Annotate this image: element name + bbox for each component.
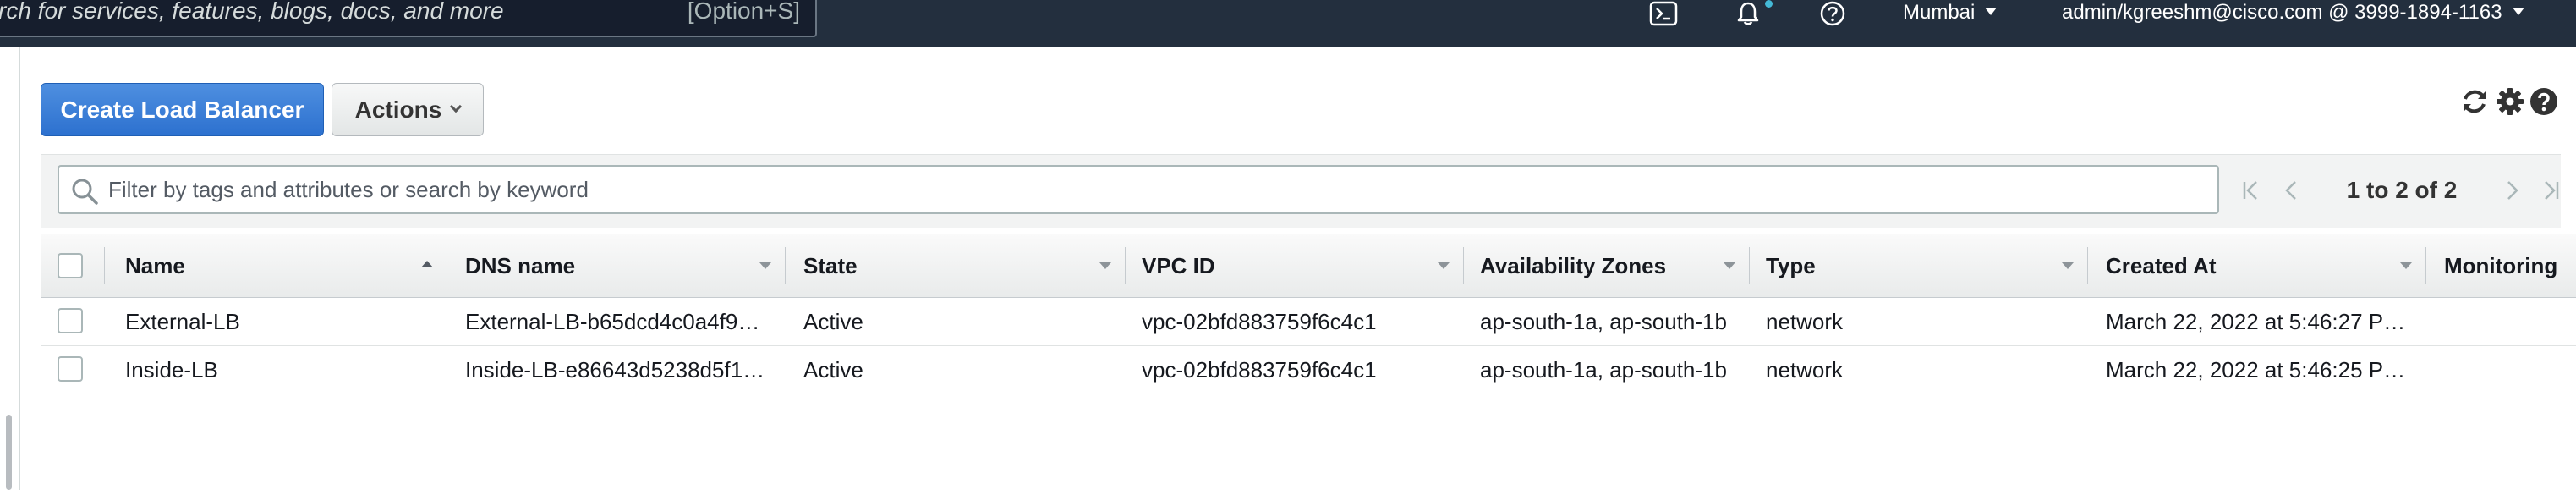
help-icon[interactable] [2527,85,2561,118]
sort-icon[interactable] [1099,262,1111,269]
next-page-icon[interactable] [2497,175,2527,206]
settings-gear-icon[interactable] [2493,85,2527,118]
filter-field[interactable] [58,165,2219,214]
column-header-monitoring[interactable]: Monitoring [2444,234,2557,298]
refresh-icon[interactable] [2458,85,2491,118]
bell-icon[interactable] [1734,0,1762,27]
sort-icon[interactable] [759,262,771,269]
cell-vpc-id: vpc-02bfd883759f6c4c1 [1142,357,1377,383]
cell-name: Inside-LB [125,357,218,383]
notification-dot [1765,0,1773,8]
column-divider [2425,247,2426,284]
sort-icon[interactable] [2062,262,2074,269]
sort-ascending-icon[interactable] [421,261,433,267]
cell-availability-zones: ap-south-1a, ap-south-1b [1480,309,1727,334]
scrollbar-thumb[interactable] [6,415,12,490]
column-divider [1749,247,1750,284]
column-divider [1463,247,1464,284]
global-search-placeholder: rch for services, features, blogs, docs,… [0,0,504,24]
column-header-created-at[interactable]: Created At [2106,234,2217,298]
filter-bar: 1 to 2 of 2 [41,154,2561,228]
column-header-type[interactable]: Type [1766,234,1816,298]
table-row[interactable]: External-LB External-LB-b65dcd4c0a4f9… A… [41,298,2576,346]
actions-label: Actions [354,96,442,123]
column-header-vpc-id[interactable]: VPC ID [1142,234,1215,298]
last-page-icon[interactable] [2535,175,2566,206]
column-divider [104,247,105,284]
column-header-name[interactable]: Name [125,234,185,298]
region-selector[interactable]: Mumbai [1903,0,1998,25]
account-menu[interactable]: admin/kgreeshm@cisco.com @ 3999-1894-116… [2062,0,2524,25]
cell-created-at: March 22, 2022 at 5:46:27 P… [2106,309,2406,334]
cell-created-at: March 22, 2022 at 5:46:25 P… [2106,357,2406,383]
global-search-box[interactable]: rch for services, features, blogs, docs,… [0,0,817,37]
row-checkbox[interactable] [58,356,83,382]
column-divider [2087,247,2088,284]
cell-dns-name: External-LB-b65dcd4c0a4f9… [465,309,760,334]
load-balancers-table: Name DNS name State VPC ID Availability … [41,234,2576,394]
actions-dropdown-button[interactable]: Actions [332,83,484,136]
top-navigation-bar: rch for services, features, blogs, docs,… [0,0,2576,47]
chevron-down-icon [450,100,463,113]
column-divider [785,247,786,284]
account-label: admin/kgreeshm@cisco.com @ 3999-1894-116… [2062,1,2502,24]
pagination-label: 1 to 2 of 2 [2346,177,2458,203]
chevron-down-icon [2512,8,2524,16]
sort-icon[interactable] [1438,262,1450,269]
table-header: Name DNS name State VPC ID Availability … [41,234,2576,298]
table-row[interactable]: Inside-LB Inside-LB-e86643d5238d5f1… Act… [41,346,2576,394]
search-shortcut-hint: [Option+S] [687,0,800,24]
sort-icon[interactable] [1724,262,1735,269]
cell-state: Active [803,309,863,334]
first-page-icon[interactable] [2236,175,2266,206]
cell-availability-zones: ap-south-1a, ap-south-1b [1480,357,1727,383]
cloudshell-icon[interactable] [1649,0,1678,27]
previous-page-icon[interactable] [2277,175,2307,206]
chevron-down-icon [1985,8,1998,16]
cell-state: Active [803,357,863,383]
column-header-availability-zones[interactable]: Availability Zones [1480,234,1666,298]
row-checkbox[interactable] [58,308,83,333]
cell-type: network [1766,357,1844,383]
cell-vpc-id: vpc-02bfd883759f6c4c1 [1142,309,1377,334]
create-load-balancer-button[interactable]: Create Load Balancer [41,83,324,136]
column-divider [1125,247,1126,284]
cell-dns-name: Inside-LB-e86643d5238d5f1… [465,357,765,383]
select-all-checkbox[interactable] [58,253,83,278]
cell-type: network [1766,309,1844,334]
column-header-state[interactable]: State [803,234,858,298]
region-label: Mumbai [1903,1,1976,24]
column-header-dns-name[interactable]: DNS name [465,234,575,298]
help-circle-icon[interactable] [1818,0,1847,27]
filter-input[interactable] [108,167,2206,212]
search-icon [72,179,98,205]
cell-name: External-LB [125,309,240,334]
sort-icon[interactable] [2400,262,2412,269]
